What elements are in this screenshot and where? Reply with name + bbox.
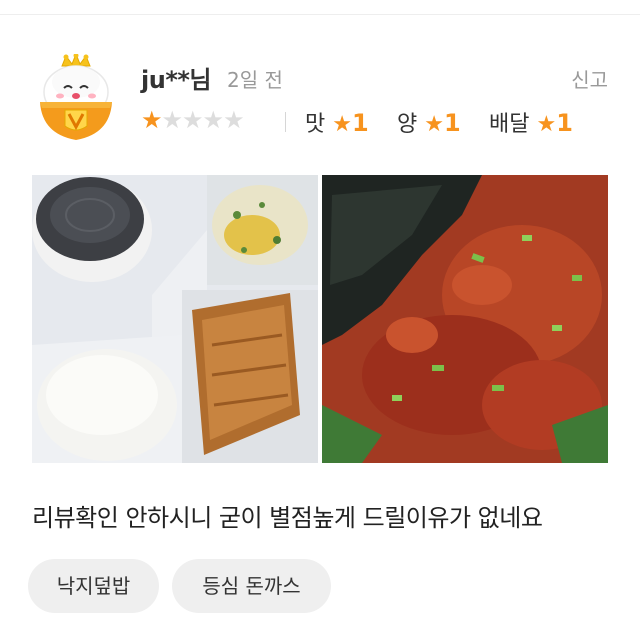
top-divider xyxy=(0,14,640,15)
spicy-octopus-photo xyxy=(322,175,608,463)
menu-tag[interactable]: 낙지덮밥 xyxy=(28,559,159,613)
review-date: 2일 전 xyxy=(227,68,283,92)
delivery-label: 배달 xyxy=(489,112,530,137)
taste-value: 1 xyxy=(351,109,369,137)
rating-divider xyxy=(285,112,286,132)
star-empty-icon: ★ xyxy=(202,106,224,134)
review-photo-bento[interactable] xyxy=(32,175,318,463)
star-empty-icon: ★ xyxy=(182,106,203,134)
quantity-label: 양 xyxy=(397,112,418,137)
star-icon: ★ xyxy=(424,112,444,137)
overall-stars: ★★★★★ xyxy=(141,106,245,134)
delivery-rating: 배달 ★1 xyxy=(489,106,573,138)
menu-tag[interactable]: 등심 돈까스 xyxy=(172,559,331,613)
star-icon: ★ xyxy=(332,112,352,137)
bento-photo xyxy=(32,175,318,463)
delivery-value: 1 xyxy=(556,109,573,137)
star-empty-icon: ★ xyxy=(161,106,183,134)
taste-label: 맛 xyxy=(305,112,326,137)
review-photo-octopus[interactable] xyxy=(322,175,608,463)
rating-row: ★★★★★ 맛 ★1 양 ★1 배달 ★1 xyxy=(141,106,611,138)
avatar[interactable] xyxy=(38,52,114,146)
quantity-value: 1 xyxy=(443,109,461,137)
review-text: 리뷰확인 안하시니 굳이 별점높게 드릴이유가 없네요 xyxy=(32,504,543,532)
star-icon: ★ xyxy=(536,112,557,137)
star-filled-icon: ★ xyxy=(141,106,162,134)
star-empty-icon: ★ xyxy=(223,106,244,134)
username[interactable]: ju**님 xyxy=(141,60,212,95)
crowned-rice-bowl-v-icon xyxy=(40,52,112,140)
quantity-rating: 양 ★1 xyxy=(397,106,461,138)
taste-rating: 맛 ★1 xyxy=(305,106,369,138)
report-button[interactable]: 신고 xyxy=(571,64,608,93)
review-header: ju**님 2일 전 신고 xyxy=(141,60,608,96)
